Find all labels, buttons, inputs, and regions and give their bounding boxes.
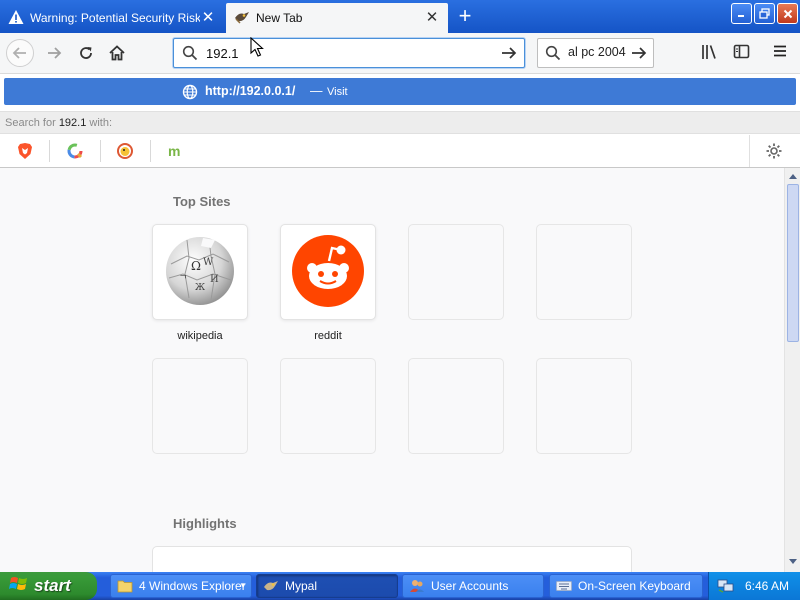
tab-label: New Tab bbox=[256, 11, 303, 25]
new-tab-page: Top Sites Ω W И ᄀ Ж wikipedia reddit Hig… bbox=[0, 168, 784, 572]
restore-window-button[interactable] bbox=[754, 3, 775, 24]
minimize-window-button[interactable] bbox=[731, 3, 752, 24]
svg-text:Ж: Ж bbox=[195, 283, 205, 293]
chevron-down-icon: ▼ bbox=[239, 581, 247, 590]
taskbar-item-on-screen-keyboard[interactable]: On-Screen Keyboard bbox=[549, 574, 703, 598]
top-site-label: reddit bbox=[314, 330, 342, 342]
search-for-suffix: with: bbox=[89, 117, 113, 129]
top-site-tile-empty[interactable] bbox=[408, 224, 504, 320]
top-site-tile-empty[interactable] bbox=[536, 358, 632, 454]
reload-icon[interactable] bbox=[72, 39, 100, 67]
svg-text:W: W bbox=[203, 257, 214, 268]
search-engine-list: m bbox=[0, 135, 800, 167]
separator bbox=[49, 140, 50, 162]
search-bar[interactable]: al pc 2004 bbox=[537, 38, 654, 68]
home-icon[interactable] bbox=[103, 39, 131, 67]
top-site-tile-empty[interactable] bbox=[536, 224, 632, 320]
svg-text:Ω: Ω bbox=[191, 259, 201, 273]
windows-flag-icon bbox=[9, 575, 29, 598]
mojeek-icon[interactable]: m bbox=[164, 140, 186, 162]
start-button[interactable]: start bbox=[0, 572, 97, 600]
top-site-tile-empty[interactable] bbox=[152, 358, 248, 454]
scroll-down-arrow-icon[interactable] bbox=[785, 554, 800, 570]
search-input[interactable]: al pc 2004 bbox=[568, 45, 628, 62]
reddit-alien-icon bbox=[291, 234, 365, 311]
user-accounts-icon bbox=[409, 578, 425, 594]
sidebar-icon[interactable] bbox=[733, 44, 750, 63]
taskbar-item-label: 4 Windows Explorer bbox=[139, 579, 246, 593]
search-for-label: Search for 192.1 with: bbox=[0, 111, 800, 134]
taskbar-item-label: User Accounts bbox=[431, 579, 509, 593]
gear-icon[interactable] bbox=[765, 142, 783, 163]
top-site-tile-wikipedia[interactable]: Ω W И ᄀ Ж bbox=[152, 224, 248, 320]
top-sites-heading[interactable]: Top Sites bbox=[173, 194, 231, 209]
back-arrow-icon[interactable] bbox=[6, 39, 34, 67]
keyboard-icon bbox=[556, 580, 572, 592]
clock[interactable]: 6:46 AM bbox=[745, 579, 789, 593]
go-arrow-icon[interactable] bbox=[630, 44, 648, 65]
address-bar[interactable] bbox=[173, 38, 525, 68]
url-input[interactable] bbox=[206, 45, 486, 62]
suggestion-separator: — bbox=[310, 84, 323, 98]
network-tray-icon[interactable] bbox=[717, 578, 735, 594]
tab-close-icon[interactable]: ✕ bbox=[424, 10, 440, 26]
scrollbar-thumb[interactable] bbox=[787, 184, 799, 342]
qwant-icon[interactable] bbox=[64, 140, 86, 162]
svg-text:ᄀ: ᄀ bbox=[179, 275, 187, 285]
separator bbox=[150, 140, 151, 162]
windows-taskbar: start 4 Windows Explorer ▼ Mypal User Ac… bbox=[0, 572, 800, 600]
scroll-up-arrow-icon[interactable] bbox=[785, 168, 800, 184]
start-label: start bbox=[34, 576, 71, 595]
tab-label: Warning: Potential Security Risk Ahead bbox=[30, 11, 200, 25]
suggestion-visit-url[interactable]: http://192.0.0.1/ — Visit bbox=[4, 78, 796, 105]
library-icon[interactable] bbox=[700, 43, 718, 64]
tab-new-tab[interactable]: New Tab ✕ bbox=[226, 3, 448, 33]
mouse-cursor-icon bbox=[250, 36, 264, 60]
forward-arrow-icon[interactable] bbox=[40, 39, 68, 67]
close-window-button[interactable] bbox=[777, 3, 798, 24]
search-for-term: 192.1 bbox=[58, 117, 87, 129]
top-site-tile-reddit[interactable] bbox=[280, 224, 376, 320]
vertical-scrollbar[interactable] bbox=[784, 168, 800, 572]
wikipedia-globe-icon: Ω W И ᄀ Ж bbox=[163, 234, 237, 311]
tab-security-warning[interactable]: Warning: Potential Security Risk Ahead ✕ bbox=[0, 3, 224, 33]
top-site-tile-empty[interactable] bbox=[280, 358, 376, 454]
svg-text:И: И bbox=[210, 274, 219, 285]
suggestion-action: Visit bbox=[327, 86, 348, 98]
go-arrow-icon[interactable] bbox=[500, 44, 518, 65]
folder-icon bbox=[117, 579, 133, 593]
brave-icon[interactable] bbox=[14, 140, 36, 162]
top-site-tile-empty[interactable] bbox=[408, 358, 504, 454]
suggestion-url: http://192.0.0.1/ bbox=[205, 84, 296, 98]
taskbar-item-label: Mypal bbox=[285, 579, 318, 593]
tab-close-icon[interactable]: ✕ bbox=[200, 10, 216, 26]
navigation-toolbar: al pc 2004 bbox=[0, 33, 800, 74]
taskbar-item-label: On-Screen Keyboard bbox=[578, 579, 691, 593]
search-for-prefix: Search for bbox=[5, 117, 56, 129]
top-site-label: wikipedia bbox=[177, 330, 223, 342]
hamburger-menu-icon[interactable] bbox=[772, 43, 788, 62]
duckduckgo-icon[interactable] bbox=[114, 140, 136, 162]
separator bbox=[749, 135, 750, 167]
svg-text:m: m bbox=[168, 143, 180, 159]
search-icon bbox=[545, 45, 561, 64]
mypal-icon bbox=[234, 9, 250, 28]
taskbar-item-windows-explorer[interactable]: 4 Windows Explorer ▼ bbox=[110, 574, 252, 598]
system-tray: 6:46 AM bbox=[708, 572, 800, 600]
search-icon bbox=[182, 45, 198, 64]
highlights-heading[interactable]: Highlights bbox=[173, 516, 237, 531]
warning-icon bbox=[8, 9, 24, 28]
new-tab-plus-icon[interactable]: + bbox=[452, 4, 478, 30]
globe-icon bbox=[182, 84, 198, 103]
separator bbox=[100, 140, 101, 162]
taskbar-item-mypal[interactable]: Mypal bbox=[256, 574, 398, 598]
highlights-card bbox=[152, 546, 632, 572]
tab-strip: Warning: Potential Security Risk Ahead ✕… bbox=[0, 0, 800, 33]
mypal-icon bbox=[263, 578, 279, 594]
url-suggestions-popup: http://192.0.0.1/ — Visit Search for 192… bbox=[0, 74, 800, 168]
taskbar-item-user-accounts[interactable]: User Accounts bbox=[402, 574, 544, 598]
